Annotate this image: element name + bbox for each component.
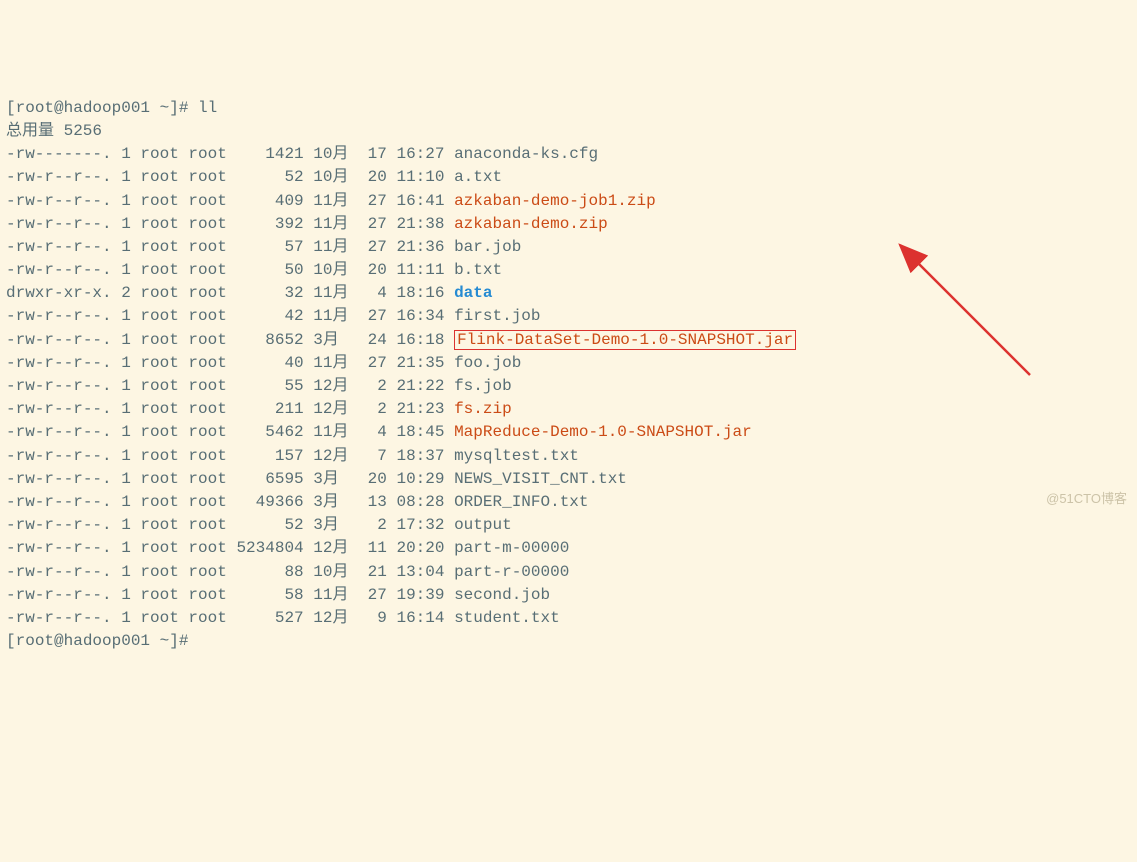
file-name: mysqltest.txt [454,447,579,465]
file-meta: -rw-------. 1 root root 1421 10月 17 16:2… [6,145,454,163]
file-name: NEWS_VISIT_CNT.txt [454,470,627,488]
file-row: -rw-r--r--. 1 root root 157 12月 7 18:37 … [6,445,1131,468]
file-meta: -rw-r--r--. 1 root root 57 11月 27 21:36 [6,238,454,256]
file-meta: -rw-r--r--. 1 root root 157 12月 7 18:37 [6,447,454,465]
file-name: ORDER_INFO.txt [454,493,588,511]
file-row: -rw-r--r--. 1 root root 55 12月 2 21:22 f… [6,375,1131,398]
file-meta: -rw-r--r--. 1 root root 49366 3月 13 08:2… [6,493,454,511]
file-row: -rw-r--r--. 1 root root 392 11月 27 21:38… [6,213,1131,236]
file-name: MapReduce-Demo-1.0-SNAPSHOT.jar [454,423,752,441]
file-row: -rw-r--r--. 1 root root 58 11月 27 19:39 … [6,584,1131,607]
file-name: part-r-00000 [454,563,569,581]
file-meta: -rw-r--r--. 1 root root 42 11月 27 16:34 [6,307,454,325]
file-row: drwxr-xr-x. 2 root root 32 11月 4 18:16 d… [6,282,1131,305]
watermark: @51CTO博客 [1046,490,1127,509]
file-name: student.txt [454,609,560,627]
file-name: fs.job [454,377,512,395]
file-row: -rw-------. 1 root root 1421 10月 17 16:2… [6,143,1131,166]
file-row: -rw-r--r--. 1 root root 5234804 12月 11 2… [6,537,1131,560]
file-meta: -rw-r--r--. 1 root root 5234804 12月 11 2… [6,539,454,557]
bracket-close: ]# [169,632,188,650]
file-meta: -rw-r--r--. 1 root root 88 10月 21 13:04 [6,563,454,581]
file-meta: -rw-r--r--. 1 root root 392 11月 27 21:38 [6,215,454,233]
file-row: -rw-r--r--. 1 root root 52 3月 2 17:32 ou… [6,514,1131,537]
file-meta: -rw-r--r--. 1 root root 55 12月 2 21:22 [6,377,454,395]
file-meta: -rw-r--r--. 1 root root 8652 3月 24 16:18 [6,331,454,349]
file-row: -rw-r--r--. 1 root root 527 12月 9 16:14 … [6,607,1131,630]
file-row: -rw-r--r--. 1 root root 409 11月 27 16:41… [6,190,1131,213]
file-meta: -rw-r--r--. 1 root root 5462 11月 4 18:45 [6,423,454,441]
file-name: anaconda-ks.cfg [454,145,598,163]
file-meta: -rw-r--r--. 1 root root 52 10月 20 11:10 [6,168,454,186]
file-meta: -rw-r--r--. 1 root root 40 11月 27 21:35 [6,354,454,372]
file-row: -rw-r--r--. 1 root root 8652 3月 24 16:18… [6,329,1131,352]
file-name: part-m-00000 [454,539,569,557]
prompt-user-host: root@hadoop001 ~ [16,99,170,117]
file-name: fs.zip [454,400,512,418]
file-name: a.txt [454,168,502,186]
bracket-close: ]# [169,99,188,117]
file-name: azkaban-demo-job1.zip [454,192,656,210]
file-name: Flink-DataSet-Demo-1.0-SNAPSHOT.jar [454,330,796,350]
file-meta: -rw-r--r--. 1 root root 58 11月 27 19:39 [6,586,454,604]
file-row: -rw-r--r--. 1 root root 42 11月 27 16:34 … [6,305,1131,328]
file-meta: -rw-r--r--. 1 root root 50 10月 20 11:11 [6,261,454,279]
file-row: -rw-r--r--. 1 root root 211 12月 2 21:23 … [6,398,1131,421]
command-text: ll [198,99,217,117]
file-meta: -rw-r--r--. 1 root root 6595 3月 20 10:29 [6,470,454,488]
file-row: -rw-r--r--. 1 root root 52 10月 20 11:10 … [6,166,1131,189]
terminal-output: [root@hadoop001 ~]# ll总用量 5256-rw-------… [6,97,1131,654]
file-row: -rw-r--r--. 1 root root 57 11月 27 21:36 … [6,236,1131,259]
total-line: 总用量 5256 [6,120,1131,143]
bracket-open: [ [6,632,16,650]
file-name: b.txt [454,261,502,279]
file-name: bar.job [454,238,521,256]
prompt-line: [root@hadoop001 ~]# ll [6,97,1131,120]
file-name: first.job [454,307,540,325]
prompt-user-host: root@hadoop001 ~ [16,632,170,650]
bracket-open: [ [6,99,16,117]
file-name: output [454,516,512,534]
file-row: -rw-r--r--. 1 root root 5462 11月 4 18:45… [6,421,1131,444]
file-meta: -rw-r--r--. 1 root root 52 3月 2 17:32 [6,516,454,534]
file-row: -rw-r--r--. 1 root root 50 10月 20 11:11 … [6,259,1131,282]
file-row: -rw-r--r--. 1 root root 40 11月 27 21:35 … [6,352,1131,375]
file-meta: -rw-r--r--. 1 root root 409 11月 27 16:41 [6,192,454,210]
file-name: second.job [454,586,550,604]
file-meta: -rw-r--r--. 1 root root 211 12月 2 21:23 [6,400,454,418]
file-name: foo.job [454,354,521,372]
file-meta: -rw-r--r--. 1 root root 527 12月 9 16:14 [6,609,454,627]
file-name: data [454,284,492,302]
file-row: -rw-r--r--. 1 root root 88 10月 21 13:04 … [6,561,1131,584]
file-meta: drwxr-xr-x. 2 root root 32 11月 4 18:16 [6,284,454,302]
file-row: -rw-r--r--. 1 root root 49366 3月 13 08:2… [6,491,1131,514]
file-name: azkaban-demo.zip [454,215,608,233]
prompt-line-end: [root@hadoop001 ~]# [6,630,1131,653]
file-row: -rw-r--r--. 1 root root 6595 3月 20 10:29… [6,468,1131,491]
